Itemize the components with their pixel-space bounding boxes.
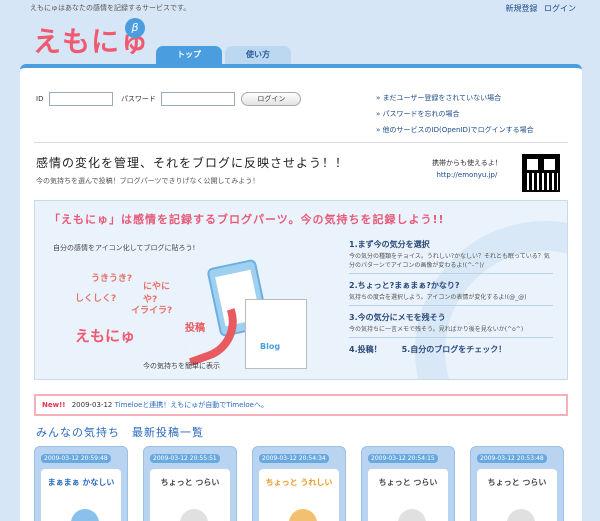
post-label: 投稿 [185, 323, 205, 334]
password-input[interactable] [161, 92, 236, 106]
header: えもにゅはあなたの感情を記録するサービスです。 新規登録 ログイン えもにゅ β… [0, 0, 600, 64]
post-icon-card: ちょっと つらい [477, 469, 557, 521]
step-item: 1.まず今の気分を選択 今の気分の種類をチョイス。うれしい?かなしい？それとも眠… [349, 239, 553, 274]
login-link[interactable]: ログイン [544, 4, 576, 13]
help-links: » まだユーザー登録をされていない場合 » パスワードを忘れの場合 » 他のサー… [376, 90, 534, 138]
post-timestamp: 2009-03-12 20:55:51 [150, 454, 220, 463]
mood-bubble: うきうき? [91, 274, 133, 284]
blog-illustration [245, 299, 307, 369]
post-card[interactable]: 2009-03-12 20:54:15 ちょっと つらい [361, 446, 455, 521]
mobile-url-link[interactable]: http://emonyu.jp/ [432, 171, 502, 179]
final-steps: 4.投稿！ 5.自分のブログをチェック！ [349, 344, 553, 355]
login-form: ID パスワード ログイン [36, 92, 302, 106]
step-description: 今の気持ちに一言メモで残そう。見ればかり後を見ないか(^o^) [349, 326, 524, 333]
step-title: 1.まず今の気分を選択 [349, 240, 430, 249]
step-post: 4.投稿！ [349, 345, 382, 354]
id-label: ID [36, 95, 44, 103]
post-timestamp: 2009-03-12 20:59:48 [41, 454, 111, 463]
post-mood: ちょっと つらい [160, 478, 220, 487]
post-card[interactable]: 2009-03-12 20:55:51 ちょっと つらい [143, 446, 237, 521]
help-link-openid[interactable]: » 他のサービスのID(OpenID)でログインする場合 [376, 122, 534, 138]
post-icon-card: ちょっと つらい [368, 469, 448, 521]
emotion-face-icon [507, 509, 535, 521]
banner-subtitle: 自分の感情をアイコン化してブログに貼ろう! [53, 244, 196, 252]
id-input[interactable] [48, 92, 113, 106]
help-link-register[interactable]: » まだユーザー登録をされていない場合 [376, 90, 534, 106]
qr-code-image [522, 154, 560, 192]
top-links: 新規登録 ログイン [501, 3, 576, 14]
post-card[interactable]: 2009-03-12 20:54:34 ちょっと うれしい [252, 446, 346, 521]
help-link-forgot-password[interactable]: » パスワードを忘れの場合 [376, 106, 534, 122]
post-timestamp: 2009-03-12 20:54:15 [368, 454, 438, 463]
post-card[interactable]: 2009-03-12 20:59:48 まぁまぁ かなしい [34, 446, 128, 521]
banner-logo: えもにゅ [75, 327, 136, 345]
post-icon-card: ちょっと つらい [150, 469, 230, 521]
mood-bubble: イライラ? [131, 306, 173, 316]
banner-caption: 今の気持ちを簡単に表示 [143, 362, 220, 370]
mood-bubbles: うきうき? にやにや? しくしく? イライラ? [71, 271, 181, 361]
divider [34, 142, 568, 143]
emotion-face-icon [71, 509, 99, 521]
intro-headline: 感情の変化を管理、それをブログに反映させよう！！ [36, 156, 349, 170]
main-panel: ID パスワード ログイン » まだユーザー登録をされていない場合 » パスワー… [20, 64, 582, 521]
emotion-face-icon [398, 509, 426, 521]
post-mood: ちょっと つらい [487, 478, 547, 487]
signup-link[interactable]: 新規登録 [505, 4, 537, 13]
recent-posts-title: みんなの気持ち 最新投稿一覧 [36, 426, 204, 439]
beta-badge: β [125, 18, 145, 38]
login-button[interactable]: ログイン [241, 92, 302, 106]
post-mood: まぁまぁ かなしい [47, 478, 115, 487]
banner-title: 「えもにゅ」は感情を記録するブログパーツ。今の気持ちを記録しよう!! [49, 213, 445, 226]
step-item: 3.今の気分にメモを残そう 今の気持ちに一言メモで残そう。見ればかり後を見ないか… [349, 312, 553, 338]
tab-how-to[interactable]: 使い方 [225, 46, 291, 64]
post-mood: ちょっと つらい [378, 478, 438, 487]
step-description: 今の気分の種類をチョイス。うれしい?かなしい？それとも眠っている？気分のパターン… [349, 253, 550, 269]
mobile-label: 携帯からも使えるよ！ [432, 159, 502, 167]
step-title: 3.今の気分にメモを残そう [349, 313, 446, 322]
post-timestamp: 2009-03-12 20:54:34 [259, 454, 329, 463]
steps-list: 1.まず今の気分を選択 今の気分の種類をチョイス。うれしい?かなしい？それとも眠… [349, 239, 553, 355]
mood-bubble: しくしく? [75, 294, 117, 304]
post-card[interactable]: 2009-03-12 20:53:48 ちょっと つらい [470, 446, 564, 521]
recent-posts-list: 2009-03-12 20:59:48 まぁまぁ かなしい 2009-03-12… [34, 446, 564, 521]
news-bar: New!! 2009-03-12 Timeloeと連携！えもにゅが自動でTime… [34, 394, 568, 416]
password-label: パスワード [120, 95, 156, 103]
post-timestamp: 2009-03-12 20:53:48 [477, 454, 547, 463]
step-check-blog: 5.自分のブログをチェック！ [401, 345, 507, 354]
mobile-info: 携帯からも使えるよ！ http://emonyu.jp/ [432, 158, 502, 179]
post-icon-card: ちょっと うれしい [259, 469, 339, 521]
intro-subline: 今の気持ちを選んで投稿！ブログパーツできりげなく公開してみよう！ [36, 177, 260, 185]
emotion-face-icon [289, 509, 317, 521]
new-badge: New!! [42, 401, 66, 409]
step-title: 2.ちょっと?まぁまぁ?かなり? [349, 281, 460, 290]
step-item: 2.ちょっと?まぁまぁ?かなり? 気持ちの度合を選択しよう。アイコンの表情が変化… [349, 280, 553, 306]
news-link[interactable]: Timeloeと連携！えもにゅが自動でTimeloeへ。 [115, 401, 268, 409]
blog-label: Blog [260, 342, 281, 351]
emotion-face-icon [180, 509, 208, 521]
post-mood: ちょっと うれしい [265, 478, 333, 487]
tagline: えもにゅはあなたの感情を記録するサービスです。 [30, 4, 191, 12]
mood-bubble: にやにや? [143, 282, 171, 305]
post-icon-card: まぁまぁ かなしい [41, 469, 121, 521]
tab-top[interactable]: トップ [156, 46, 222, 64]
news-date: 2009-03-12 [71, 401, 113, 409]
feature-banner: 「えもにゅ」は感情を記録するブログパーツ。今の気持ちを記録しよう!! 自分の感情… [34, 200, 568, 380]
step-description: 気持ちの度合を選択しよう。アイコンの表情が変化するよ!(@_@) [349, 294, 527, 301]
